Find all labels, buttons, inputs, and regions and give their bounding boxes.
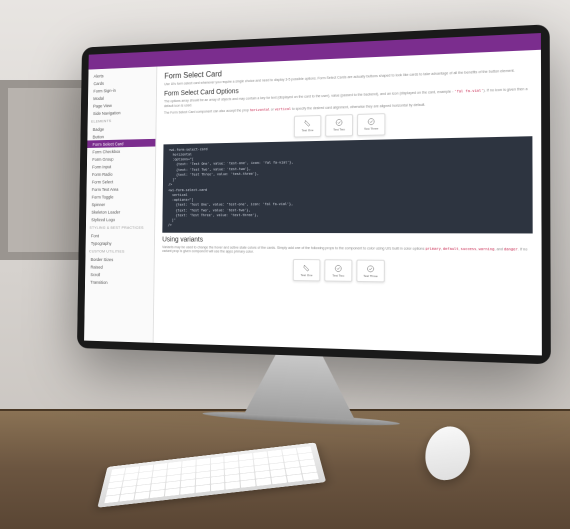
vial-icon	[303, 264, 311, 272]
inline-code: horizontal	[250, 107, 270, 112]
inline-code: primary	[425, 246, 441, 250]
check-icon	[334, 264, 342, 272]
main-content: Form Select Card Use Ui's form select ca…	[154, 50, 542, 356]
card-label: Test One	[301, 273, 313, 277]
select-card-test-two[interactable]: Test Two	[324, 260, 352, 283]
select-card-test-two[interactable]: Test Two	[325, 114, 353, 137]
key	[195, 485, 209, 493]
sidebar-item-transition[interactable]: Transition	[85, 278, 154, 287]
card-label: Test Two	[332, 273, 344, 277]
variant-cards-row: Test One Test Two Test Three	[162, 258, 533, 285]
room-window	[0, 80, 90, 260]
card-label: Test Three	[364, 127, 378, 131]
select-card-test-three[interactable]: Test Three	[357, 113, 385, 136]
key	[149, 490, 164, 498]
key	[287, 474, 303, 482]
inline-code: default	[443, 246, 459, 250]
key	[241, 480, 256, 488]
check-icon	[367, 118, 375, 126]
key	[303, 473, 319, 481]
variants-desc: Variants may be used to change the hover…	[162, 245, 533, 257]
monitor-bezel: AlertsCardsForm Sign-inModalPage ViewSid…	[77, 24, 551, 364]
inline-code: 'fal fa-vial'	[454, 88, 483, 93]
card-label: Test Three	[363, 274, 377, 278]
sidebar-group-label: STYLING & BEST PRACTICES	[86, 223, 154, 232]
key	[119, 493, 134, 501]
app-body: AlertsCardsForm Sign-inModalPage ViewSid…	[84, 50, 542, 356]
card-label: Test Two	[333, 127, 345, 131]
card-label: Test One	[302, 128, 314, 132]
inline-code: vertical	[275, 107, 291, 111]
imac-monitor: AlertsCardsForm Sign-inModalPage ViewSid…	[76, 24, 551, 429]
vial-icon	[304, 119, 312, 127]
key	[134, 492, 149, 500]
monitor-stand	[221, 353, 379, 421]
room-background: AlertsCardsForm Sign-inModalPage ViewSid…	[0, 0, 570, 529]
sidebar-item-skeleton-loader[interactable]: Skeleton Loader	[86, 208, 154, 216]
inline-code: success	[461, 246, 477, 250]
variants-heading: Using variants	[162, 236, 533, 245]
select-card-test-one[interactable]: Test One	[294, 115, 322, 138]
key	[180, 486, 195, 494]
sidebar: AlertsCardsForm Sign-inModalPage ViewSid…	[84, 67, 157, 343]
inline-code: danger	[504, 247, 518, 251]
select-card-test-three[interactable]: Test Three	[356, 260, 385, 283]
key	[226, 481, 241, 489]
key	[165, 488, 180, 496]
screen: AlertsCardsForm Sign-inModalPage ViewSid…	[84, 33, 542, 355]
inline-code: warning	[479, 247, 495, 251]
key	[211, 483, 225, 491]
check-icon	[335, 118, 343, 126]
sidebar-item-stylized-logo[interactable]: Stylized Logo	[86, 215, 154, 223]
key	[104, 495, 119, 503]
code-block: <wi-form-select-card horizontal :options…	[162, 136, 532, 233]
check-icon	[366, 265, 374, 273]
select-card-test-one[interactable]: Test One	[293, 259, 321, 281]
key	[256, 478, 271, 486]
key	[272, 476, 288, 484]
